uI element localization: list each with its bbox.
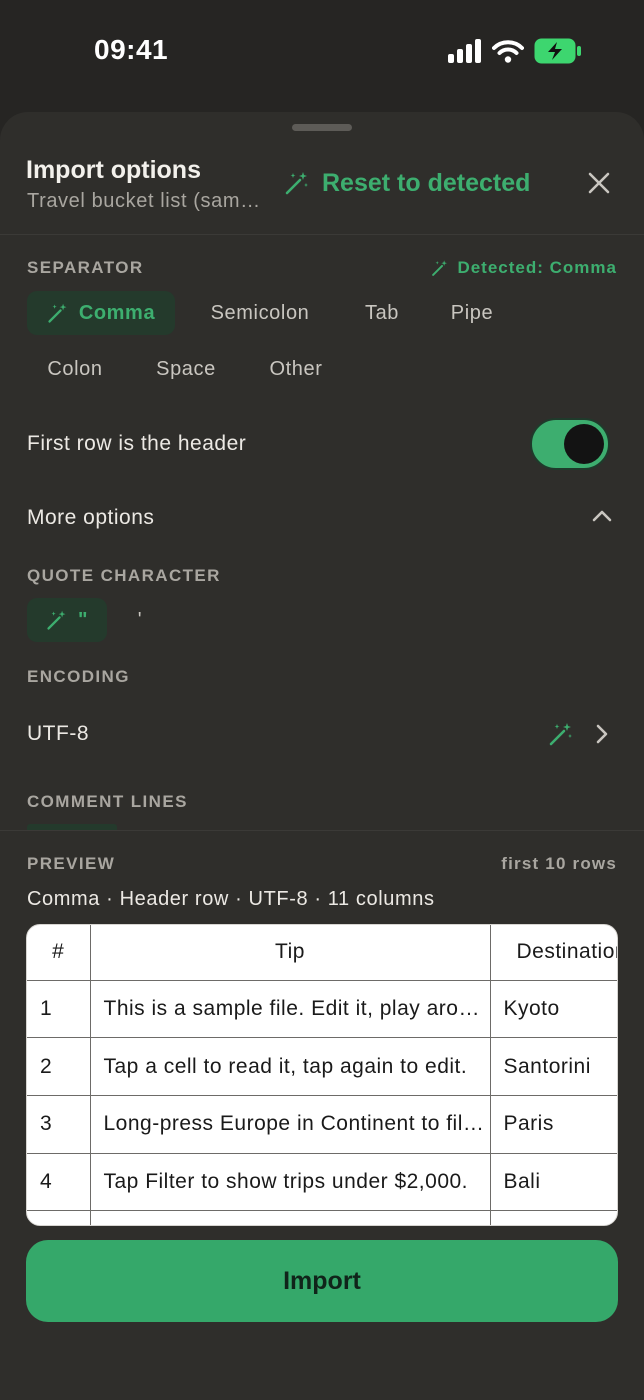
quote-chip-double[interactable]: " <box>27 598 107 642</box>
table-cell[interactable]: Long-press Europe in Continent to filter… <box>90 1095 491 1154</box>
detected-separator-text: Detected: Comma <box>457 258 617 277</box>
reset-label: Reset to detected <box>322 168 531 197</box>
preview-row-count: first 10 rows <box>501 854 617 873</box>
table-cell[interactable]: Tap a cell to read it, tap again to edit… <box>90 1037 491 1096</box>
detected-separator-badge: Detected: Comma <box>431 258 617 278</box>
import-button[interactable]: Import <box>26 1240 618 1322</box>
comment-lines-label: COMMENT LINES <box>27 792 188 811</box>
magic-wand-icon <box>47 610 66 630</box>
header-divider <box>0 234 644 235</box>
more-options-label[interactable]: More options <box>27 506 154 530</box>
quote-character-label: QUOTE CHARACTER <box>27 566 221 585</box>
battery-icon <box>534 38 581 64</box>
table-row[interactable]: 4 Tap Filter to show trips under $2,000.… <box>27 1153 617 1212</box>
separator-chip-comma[interactable]: Comma <box>27 291 175 335</box>
status-icons <box>448 38 582 64</box>
separator-chip-space[interactable]: Space <box>136 347 236 391</box>
wifi-icon <box>492 40 524 63</box>
separator-label: SEPARATOR <box>27 258 144 277</box>
table-cell[interactable]: 5 <box>27 1210 91 1225</box>
table-row[interactable]: 5 <box>27 1210 617 1225</box>
close-icon[interactable] <box>586 170 612 196</box>
table-cell[interactable]: 2 <box>27 1037 91 1096</box>
magic-wand-icon <box>48 303 67 323</box>
import-options-sheet: Import options Travel bucket list (sampl… <box>0 112 644 1400</box>
encoding-label: ENCODING <box>27 667 130 686</box>
preview-table[interactable]: # Tip Destination 1 This is a sample fil… <box>26 924 618 1226</box>
separator-chip-colon[interactable]: Colon <box>27 347 123 391</box>
separator-chip-tab[interactable]: Tab <box>344 291 420 335</box>
table-cell[interactable]: Paris <box>490 1095 617 1154</box>
table-row[interactable]: 3 Long-press Europe in Continent to filt… <box>27 1095 617 1154</box>
sheet-grabber[interactable] <box>292 124 352 131</box>
signal-icon <box>448 39 481 63</box>
status-bar: 09:41 <box>0 0 644 110</box>
table-cell[interactable]: Tap Filter to show trips under $2,000. <box>90 1153 491 1212</box>
column-header: # <box>27 925 91 981</box>
chip-label: " <box>77 608 89 631</box>
separator-chip-pipe[interactable]: Pipe <box>432 291 512 335</box>
separator-chip-other[interactable]: Other <box>250 347 342 391</box>
chevron-right-icon[interactable] <box>594 722 610 746</box>
table-cell[interactable]: 3 <box>27 1095 91 1154</box>
column-header: Tip <box>90 925 491 981</box>
table-cell[interactable]: Kyoto <box>490 980 617 1039</box>
table-cell[interactable] <box>490 1210 617 1225</box>
table-row[interactable]: 1 This is a sample file. Edit it, play a… <box>27 980 617 1039</box>
chevron-up-icon[interactable] <box>590 508 614 524</box>
preview-divider <box>0 830 644 831</box>
sheet-subtitle: Travel bucket list (sample) <box>27 190 267 212</box>
header-row-toggle[interactable] <box>530 418 610 470</box>
table-row[interactable]: 2 Tap a cell to read it, tap again to ed… <box>27 1037 617 1096</box>
column-header: Destination <box>490 925 617 981</box>
table-cell[interactable] <box>90 1210 491 1225</box>
preview-summary: Comma · Header row · UTF-8 · 11 columns <box>27 888 435 910</box>
reset-to-detected-button[interactable]: Reset to detected <box>284 168 530 198</box>
table-cell[interactable]: 4 <box>27 1153 91 1212</box>
quote-chip-single[interactable]: ' <box>118 598 162 642</box>
magic-wand-icon <box>549 723 572 746</box>
sheet-title: Import options <box>26 156 201 184</box>
magic-wand-icon <box>432 260 448 276</box>
magic-wand-icon <box>285 172 308 195</box>
toggle-knob <box>564 424 604 464</box>
table-cell[interactable]: This is a sample file. Edit it, play aro… <box>90 980 491 1039</box>
table-cell[interactable]: 1 <box>27 980 91 1039</box>
separator-chip-semicolon[interactable]: Semicolon <box>190 291 330 335</box>
status-time: 09:41 <box>94 34 169 65</box>
preview-label: PREVIEW <box>27 854 116 873</box>
header-row-label: First row is the header <box>27 432 247 455</box>
table-cell[interactable]: Santorini <box>490 1037 617 1096</box>
chip-label: Comma <box>78 301 156 324</box>
table-cell[interactable]: Bali <box>490 1153 617 1212</box>
table-header-row: # Tip Destination <box>27 925 617 981</box>
encoding-value[interactable]: UTF-8 <box>27 722 89 746</box>
